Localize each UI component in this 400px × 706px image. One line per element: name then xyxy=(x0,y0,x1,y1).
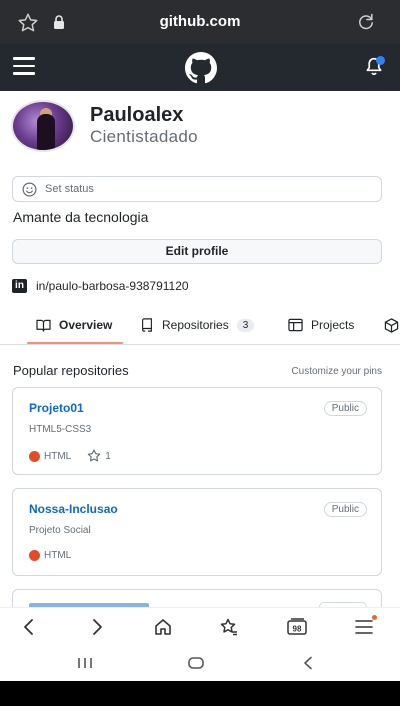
package-icon xyxy=(384,317,399,333)
menu-notification-dot xyxy=(372,615,377,620)
set-status-button[interactable]: Set status xyxy=(12,176,382,202)
back-icon[interactable] xyxy=(19,617,39,637)
tabs-count: 98 xyxy=(293,625,302,634)
star-icon xyxy=(87,449,101,462)
repo-name-link[interactable]: Projeto01 xyxy=(29,401,84,415)
repo-stars-count: 1 xyxy=(105,450,111,462)
profile-tabs: Overview Repositories 3 Projects xyxy=(0,305,400,345)
hamburger-menu-icon[interactable] xyxy=(13,57,35,75)
linkedin-text: in/paulo-barbosa-938791120 xyxy=(36,279,189,293)
repo-card: Nossa-Inclusao Public Projeto Social HTM… xyxy=(12,488,382,576)
repo-meta: HTML xyxy=(29,550,71,561)
home-icon[interactable] xyxy=(153,617,173,637)
tab-overview[interactable]: Overview xyxy=(36,305,112,345)
bookmarks-icon[interactable] xyxy=(219,617,239,637)
smiley-icon xyxy=(22,182,37,197)
book-icon xyxy=(36,319,51,332)
screen-bottom-bezel xyxy=(0,681,400,706)
repo-card xyxy=(12,589,382,607)
profile-login: Cientistadado xyxy=(90,127,198,146)
repo-icon xyxy=(142,318,152,332)
more-menu-icon[interactable] xyxy=(354,617,374,637)
android-navigation-bar xyxy=(0,645,400,681)
repo-language: HTML xyxy=(44,450,72,462)
edit-profile-button[interactable]: Edit profile xyxy=(12,239,382,264)
reload-icon[interactable] xyxy=(356,12,376,32)
back-button-icon[interactable] xyxy=(302,656,314,670)
repo-description: Projeto Social xyxy=(29,525,91,536)
visibility-badge: Public xyxy=(323,401,367,416)
repo-name-link[interactable]: Nossa-Inclusao xyxy=(29,502,118,516)
project-table-icon xyxy=(288,318,303,332)
repo-language: HTML xyxy=(44,550,72,561)
language-color-dot xyxy=(29,450,40,462)
browser-address-bar: github.com xyxy=(0,0,400,44)
avatar[interactable] xyxy=(11,100,75,152)
browser-bottom-toolbar: 98 xyxy=(0,607,400,645)
tab-overview-label: Overview xyxy=(59,318,113,332)
tabs-switcher-icon[interactable]: 98 xyxy=(286,617,308,637)
url-text[interactable]: github.com xyxy=(0,13,400,30)
tab-packages[interactable] xyxy=(384,305,400,345)
tab-repositories-label: Repositories xyxy=(162,318,229,332)
linkedin-link[interactable]: in in/paulo-barbosa-938791120 xyxy=(12,279,189,293)
repo-card: Projeto01 Public HTML5-CSS3 HTML 1 xyxy=(12,387,382,475)
forward-icon[interactable] xyxy=(87,617,107,637)
repositories-count-badge: 3 xyxy=(236,318,255,332)
profile-bio: Amante da tecnologia xyxy=(13,209,149,225)
home-button-icon[interactable] xyxy=(187,656,205,670)
language-color-dot xyxy=(29,550,40,561)
repo-meta: HTML 1 xyxy=(29,449,111,463)
profile-name: Pauloalex xyxy=(90,104,184,126)
github-logo-icon[interactable] xyxy=(185,52,217,84)
profile-page: Pauloalex Cientistadado Set status Amant… xyxy=(0,91,400,607)
linkedin-icon: in xyxy=(12,279,27,293)
set-status-label: Set status xyxy=(45,183,94,195)
github-header xyxy=(0,44,400,91)
recent-apps-icon[interactable] xyxy=(77,656,93,670)
tab-projects-label: Projects xyxy=(311,318,355,332)
active-tab-indicator xyxy=(27,342,123,344)
customize-pins-link[interactable]: Customize your pins xyxy=(291,366,382,377)
notification-indicator xyxy=(376,56,385,65)
popular-repositories-heading: Popular repositories xyxy=(13,363,129,378)
repo-stars-link[interactable]: 1 xyxy=(87,449,111,463)
visibility-badge: Public xyxy=(323,502,367,517)
repo-description: HTML5-CSS3 xyxy=(29,424,92,435)
tab-repositories[interactable]: Repositories 3 xyxy=(140,305,255,345)
tab-projects[interactable]: Projects xyxy=(288,305,354,345)
